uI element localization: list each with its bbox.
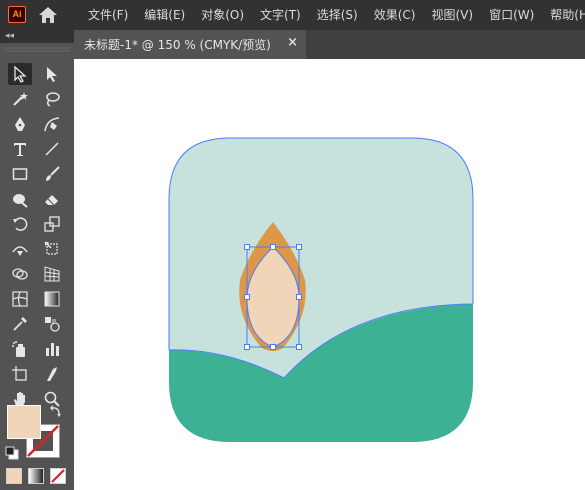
gradient-mode-button[interactable] — [28, 468, 44, 484]
free-transform-tool-icon — [44, 241, 58, 255]
shaper-tool-icon — [13, 194, 28, 208]
menu-object[interactable]: 对象(O) — [193, 0, 252, 30]
scale-tool[interactable] — [40, 213, 64, 235]
eraser-tool[interactable] — [40, 188, 64, 210]
rectangle-tool[interactable] — [8, 163, 32, 185]
curvature-tool[interactable] — [40, 113, 64, 135]
menu-select[interactable]: 选择(S) — [309, 0, 366, 30]
column-graph-tool[interactable] — [40, 338, 64, 360]
swap-fill-stroke-icon[interactable] — [49, 404, 63, 418]
shape-builder-tool[interactable] — [8, 263, 32, 285]
menu-type[interactable]: 文字(T) — [252, 0, 309, 30]
lasso-tool[interactable] — [40, 88, 64, 110]
lasso-tool-icon — [46, 92, 60, 107]
shape-builder-tool-icon — [12, 268, 28, 280]
collapse-panel-icon[interactable]: ◂◂ — [5, 30, 14, 42]
document-tab[interactable]: 未标题-1* @ 150 % (CMYK/预览) × — [74, 30, 306, 59]
panel-grip-icon[interactable] — [0, 47, 74, 53]
blend-tool-icon — [45, 317, 60, 332]
menu-items: 文件(F) 编辑(E) 对象(O) 文字(T) 选择(S) 效果(C) 视图(V… — [80, 0, 585, 30]
illustrator-logo: Ai — [8, 6, 26, 23]
default-fill-stroke-icon[interactable] — [5, 446, 19, 460]
direct-selection-tool[interactable] — [40, 63, 64, 85]
handle-bottom-left[interactable] — [244, 344, 250, 350]
type-tool[interactable] — [8, 138, 32, 160]
handle-middle-left[interactable] — [244, 294, 250, 300]
handle-bottom-right[interactable] — [296, 344, 302, 350]
free-transform-tool[interactable] — [40, 238, 64, 260]
menu-view[interactable]: 视图(V) — [423, 0, 481, 30]
toolbar-header: ◂◂ — [0, 30, 74, 43]
shaper-tool[interactable] — [8, 188, 32, 210]
none-mode-button[interactable] — [50, 468, 66, 484]
none-slash-icon — [51, 469, 65, 483]
handle-top-left[interactable] — [244, 244, 250, 250]
handle-top-center[interactable] — [270, 244, 276, 250]
gradient-tool-icon — [44, 291, 60, 307]
artboard-tool-icon — [12, 366, 27, 381]
pen-tool-icon — [15, 117, 25, 131]
menu-help[interactable]: 帮助(H) — [542, 0, 585, 30]
color-mode-button[interactable] — [6, 468, 22, 484]
selection-tool[interactable] — [8, 63, 32, 85]
curvature-tool-icon — [44, 117, 60, 132]
eraser-tool-icon — [45, 195, 58, 206]
close-tab-icon[interactable]: × — [287, 35, 298, 50]
line-segment-tool[interactable] — [40, 138, 64, 160]
menu-effect[interactable]: 效果(C) — [366, 0, 424, 30]
gradient-tool[interactable] — [40, 288, 64, 310]
width-tool-icon — [12, 246, 28, 256]
menu-window[interactable]: 窗口(W) — [481, 0, 542, 30]
eyedropper-tool-icon — [13, 317, 27, 331]
artboard-tool[interactable] — [8, 363, 32, 385]
canvas-area[interactable] — [74, 59, 585, 490]
magic-wand-tool-icon — [13, 92, 28, 106]
column-graph-tool-icon — [46, 343, 59, 356]
symbol-sprayer-tool-icon — [12, 341, 25, 357]
line-segment-tool-icon — [45, 142, 59, 156]
paintbrush-tool[interactable] — [40, 163, 64, 185]
blend-tool[interactable] — [40, 313, 64, 335]
perspective-grid-tool-icon — [44, 266, 60, 282]
slice-tool[interactable] — [40, 363, 64, 385]
mesh-tool-icon — [12, 291, 28, 307]
type-tool-icon — [14, 143, 26, 156]
width-tool[interactable] — [8, 238, 32, 260]
perspective-grid-tool[interactable] — [40, 263, 64, 285]
scale-tool-icon — [44, 216, 60, 232]
menu-bar: Ai 文件(F) 编辑(E) 对象(O) 文字(T) 选择(S) 效果(C) 视… — [0, 0, 585, 30]
direct-selection-tool-icon — [47, 67, 57, 82]
home-icon[interactable] — [38, 6, 58, 24]
rectangle-tool-icon — [12, 168, 28, 180]
paintbrush-tool-icon — [46, 166, 60, 181]
artboard-artwork — [168, 137, 474, 442]
eyedropper-tool[interactable] — [8, 313, 32, 335]
menu-edit[interactable]: 编辑(E) — [136, 0, 193, 30]
document-tab-title: 未标题-1* @ 150 % (CMYK/预览) — [84, 38, 271, 52]
rotate-tool[interactable] — [8, 213, 32, 235]
fill-color-swatch[interactable] — [7, 405, 41, 439]
symbol-sprayer-tool[interactable] — [8, 338, 32, 360]
handle-top-right[interactable] — [296, 244, 302, 250]
handle-bottom-center[interactable] — [270, 344, 276, 350]
pen-tool[interactable] — [8, 113, 32, 135]
mesh-tool[interactable] — [8, 288, 32, 310]
menu-file[interactable]: 文件(F) — [80, 0, 136, 30]
slice-tool-icon — [47, 367, 57, 381]
magic-wand-tool[interactable] — [8, 88, 32, 110]
document-tab-bar: 未标题-1* @ 150 % (CMYK/预览) × — [74, 30, 585, 59]
selection-tool-icon — [14, 65, 27, 83]
handle-middle-right[interactable] — [296, 294, 302, 300]
rotate-tool-icon — [13, 217, 28, 231]
